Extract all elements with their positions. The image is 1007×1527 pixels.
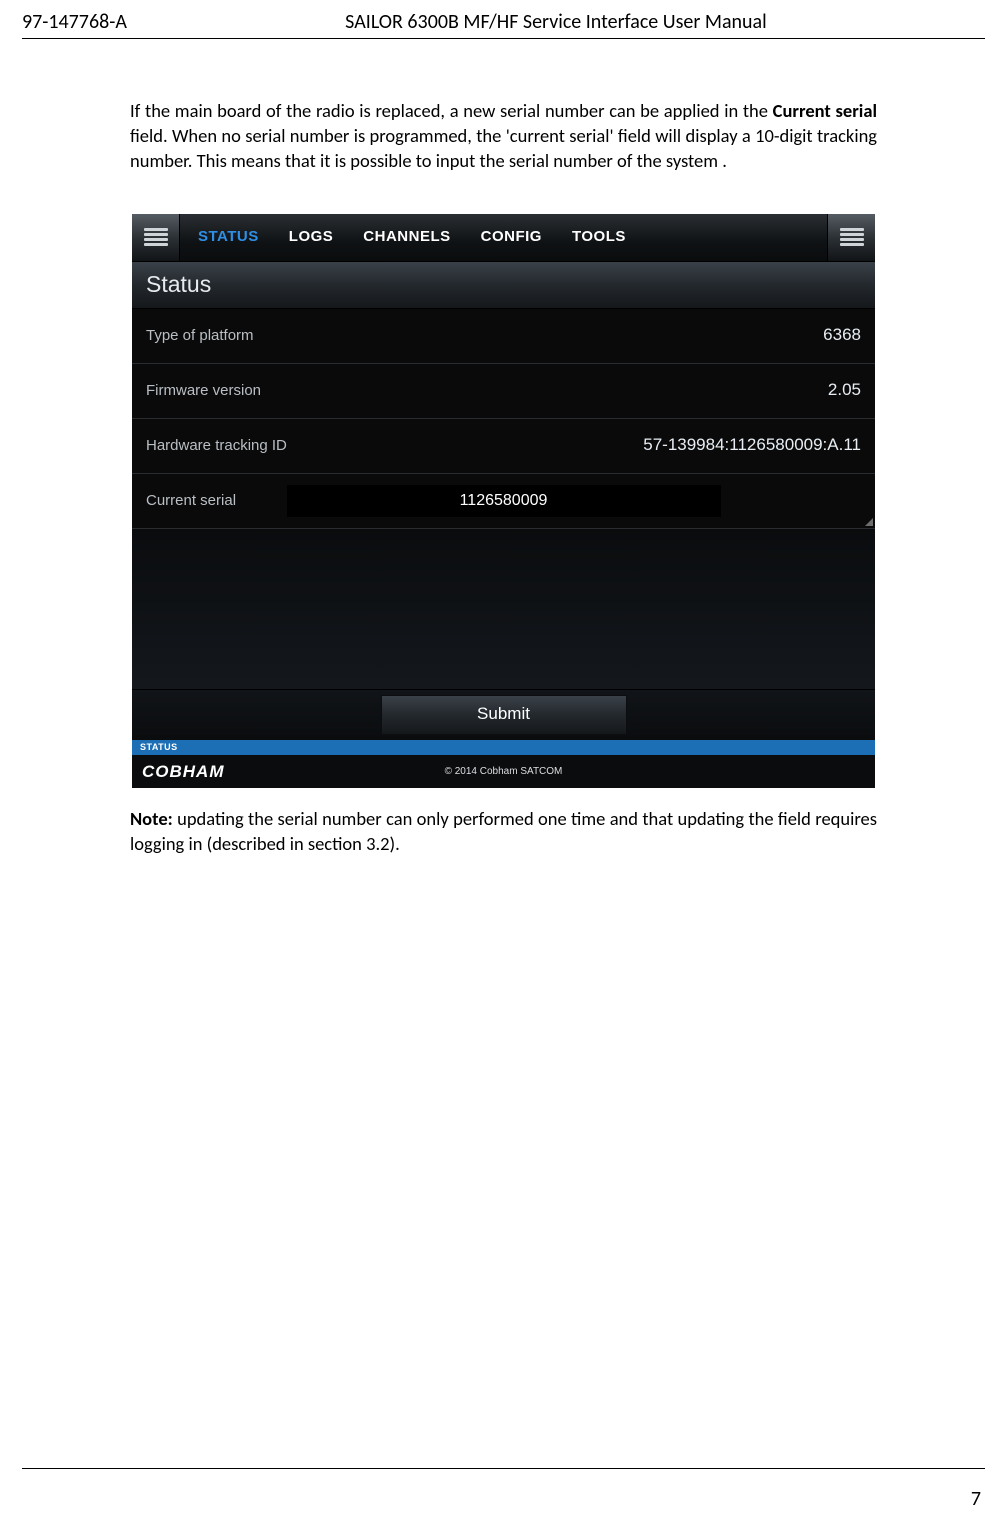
- cobham-logo: COBHAM: [142, 761, 225, 784]
- label-platform: Type of platform: [146, 326, 254, 346]
- label-firmware: Firmware version: [146, 381, 261, 401]
- row-platform: Type of platform 6368: [132, 309, 875, 364]
- top-nav-bar: STATUS LOGS CHANNELS CONFIG TOOLS: [132, 214, 875, 262]
- doc-id: 97-147768-A: [22, 10, 127, 34]
- tab-channels[interactable]: CHANNELS: [363, 227, 450, 247]
- value-platform: 6368: [823, 324, 861, 347]
- value-tracking: 57-139984:1126580009:A.11: [643, 434, 861, 457]
- row-tracking: Hardware tracking ID 57-139984:112658000…: [132, 419, 875, 474]
- resize-triangle-icon: [865, 518, 873, 526]
- tab-status[interactable]: STATUS: [198, 227, 259, 247]
- para1-start: If the main board of the radio is replac…: [130, 99, 773, 122]
- row-firmware: Firmware version 2.05: [132, 364, 875, 419]
- value-firmware: 2.05: [828, 379, 861, 402]
- para1-bold: Current serial: [773, 99, 877, 122]
- note-bold: Note:: [130, 807, 173, 830]
- content-spacer: [132, 529, 875, 690]
- label-tracking: Hardware tracking ID: [146, 436, 287, 456]
- tab-strip: STATUS LOGS CHANNELS CONFIG TOOLS: [180, 214, 626, 261]
- para1-rest: field. When no serial number is programm…: [130, 124, 877, 172]
- row-serial: Current serial: [132, 474, 875, 529]
- footer-copy-row: COBHAM © 2014 Cobham SATCOM: [132, 755, 875, 788]
- menu-icon-right[interactable]: [827, 214, 875, 261]
- footer-status-text: STATUS: [140, 741, 178, 753]
- note-paragraph: Note: updating the serial number can onl…: [130, 807, 877, 857]
- submit-row: Submit: [132, 690, 875, 740]
- menu-icon-left[interactable]: [132, 214, 180, 261]
- copyright-text: © 2014 Cobham SATCOM: [445, 765, 563, 779]
- page-number: 7: [971, 1487, 981, 1511]
- tab-tools[interactable]: TOOLS: [572, 227, 626, 247]
- footer-status-bar: STATUS: [132, 740, 875, 755]
- footer-rule: [22, 1468, 985, 1469]
- hamburger-icon: [144, 228, 168, 246]
- hamburger-icon: [840, 228, 864, 246]
- doc-title: SAILOR 6300B MF/HF Service Interface Use…: [127, 10, 985, 34]
- note-rest: updating the serial number can only perf…: [130, 807, 877, 855]
- tab-config[interactable]: CONFIG: [481, 227, 542, 247]
- status-screenshot: STATUS LOGS CHANNELS CONFIG TOOLS Status…: [132, 214, 875, 787]
- paragraph-1: If the main board of the radio is replac…: [130, 99, 877, 174]
- submit-button[interactable]: Submit: [381, 695, 627, 735]
- current-serial-input[interactable]: [287, 485, 721, 517]
- tab-logs[interactable]: LOGS: [289, 227, 334, 247]
- label-serial: Current serial: [146, 491, 236, 511]
- section-heading-status: Status: [132, 262, 875, 309]
- page-header: 97-147768-A SAILOR 6300B MF/HF Service I…: [0, 0, 1007, 38]
